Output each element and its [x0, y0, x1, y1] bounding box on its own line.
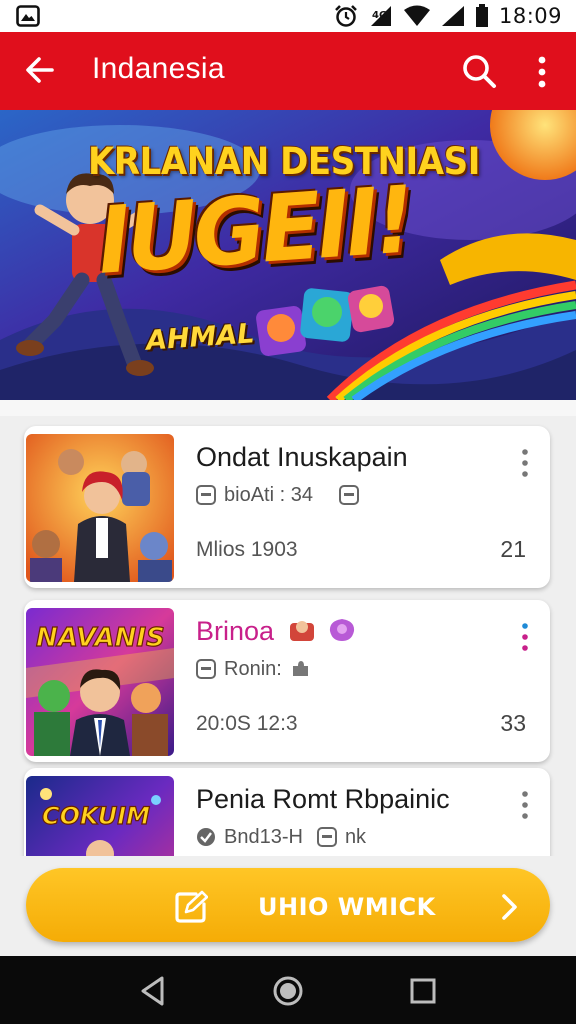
game-thumbnail	[26, 434, 174, 582]
gem-emoji-icon	[330, 619, 355, 641]
app-bar: Indanesia	[0, 32, 576, 110]
thumb-logo-text: COKUIM	[42, 802, 150, 830]
item-subtext: 20:0S 12:3	[196, 712, 298, 735]
list-item[interactable]: COKUIM Penia Romt Rbpainic Bnd13-H nk	[24, 768, 550, 856]
item-meta-text: bioAti : 34	[224, 483, 313, 506]
status-time: 18:09	[498, 4, 562, 28]
item-meta-text: Bnd13-H	[224, 825, 303, 848]
rating-icon	[196, 485, 216, 505]
cta-label: UHIO WMICK	[258, 893, 436, 921]
item-subtext: Mlios 1903	[196, 538, 298, 561]
section-divider	[0, 400, 576, 416]
svg-text:4G: 4G	[372, 10, 387, 21]
back-arrow-icon[interactable]	[22, 52, 58, 88]
item-meta-text: Ronin:	[224, 657, 282, 680]
cta-button[interactable]: UHIO WMICK	[26, 868, 550, 942]
nav-back-icon[interactable]	[136, 974, 170, 1008]
alarm-icon	[335, 5, 357, 27]
thumb-logo-text: NAVANIS	[36, 623, 165, 653]
chevron-right-icon	[502, 894, 517, 920]
sword-emoji-icon	[289, 621, 314, 641]
battery-icon	[475, 4, 488, 27]
game-thumbnail: NAVANIS	[26, 608, 174, 756]
item-more-icon[interactable]	[518, 790, 532, 820]
list-item[interactable]: Ondat Inuskapain bioAti : 34 Mlios 1903 …	[24, 426, 550, 588]
item-meta: Ronin:	[196, 656, 310, 682]
item-count: 33	[500, 710, 526, 736]
item-title: Ondat Inuskapain	[196, 442, 408, 472]
list-item[interactable]: NAVANIS Brinoa Ronin: 20:0S 12:3 33	[24, 600, 550, 762]
edit-icon	[175, 890, 208, 923]
search-icon[interactable]	[460, 52, 498, 90]
puzzle-icon	[292, 661, 308, 676]
banner-logo-text: IUGEII!	[94, 166, 415, 295]
status-bar: 4G 18:09	[0, 0, 576, 32]
nav-recents-icon[interactable]	[406, 974, 440, 1008]
mobile-signal-icon: 4G	[370, 6, 391, 26]
gallery-icon	[16, 5, 40, 27]
screen: 4G 18:09 Indanesia KRLANAN DESTNIASI IUG…	[0, 0, 576, 1024]
page-title: Indanesia	[92, 52, 225, 85]
item-meta-suffix: nk	[344, 825, 367, 848]
item-title-text: Brinoa	[196, 616, 275, 646]
item-more-icon[interactable]	[518, 622, 532, 652]
item-meta: bioAti : 34	[196, 482, 359, 508]
verified-icon	[197, 828, 215, 846]
item-title: Brinoa	[196, 616, 357, 647]
item-count: 21	[500, 536, 526, 562]
promo-banner[interactable]: KRLANAN DESTNIASI IUGEII! AHMAL	[0, 110, 576, 400]
item-meta: Bnd13-H nk	[196, 824, 366, 850]
item-more-icon[interactable]	[518, 448, 532, 478]
nav-home-icon[interactable]	[271, 974, 305, 1008]
download-icon	[316, 827, 337, 847]
more-vert-icon[interactable]	[528, 54, 556, 90]
game-thumbnail: COKUIM	[26, 776, 174, 856]
item-title: Penia Romt Rbpainic	[196, 784, 450, 814]
game-list: Ondat Inuskapain bioAti : 34 Mlios 1903 …	[0, 424, 576, 856]
download-icon	[338, 485, 359, 505]
signal-icon	[441, 6, 464, 26]
category-icon	[196, 659, 216, 679]
system-nav-bar	[0, 956, 576, 1024]
wifi-icon	[403, 5, 430, 26]
